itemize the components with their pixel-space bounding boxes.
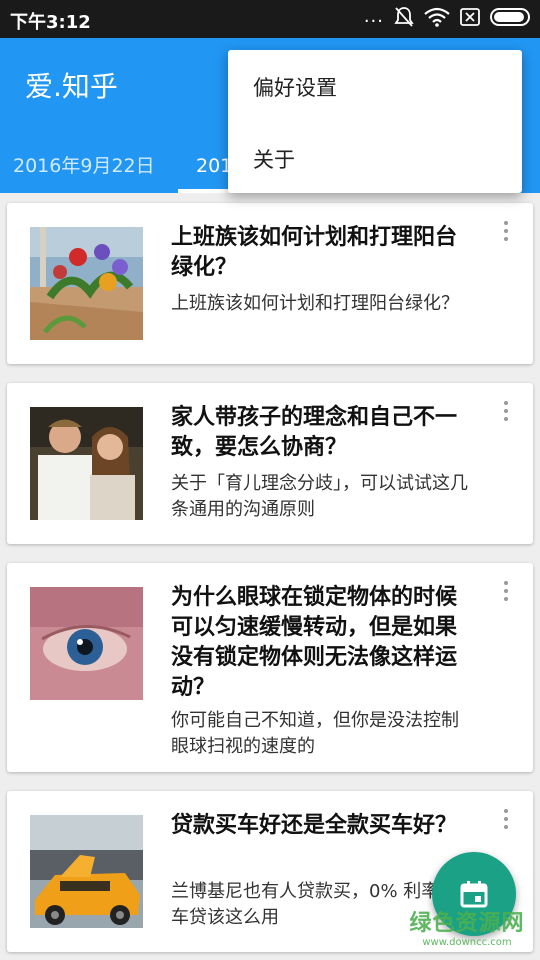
- menu-item-about[interactable]: 关于: [253, 144, 295, 174]
- article-thumbnail: [30, 407, 143, 520]
- battery-icon: [490, 8, 530, 26]
- article-thumbnail: [30, 227, 143, 340]
- article-feed: 上班族该如何计划和打理阳台绿化？ 上班族该如何计划和打理阳台绿化？ 家人带孩子的…: [0, 193, 540, 960]
- more-vert-icon[interactable]: [500, 401, 512, 423]
- watermark-text: 绿色资源网: [409, 911, 525, 936]
- bell-off-icon: [394, 7, 414, 27]
- status-time: 下午3:12: [10, 12, 91, 33]
- status-icons: ...: [364, 6, 530, 28]
- more-notifications-icon: ...: [363, 6, 384, 27]
- no-sim-icon: [460, 8, 480, 26]
- article-thumbnail: [30, 815, 143, 928]
- article-summary: 关于「育儿理念分歧」，可以试试这几条通用的沟通原则: [171, 473, 468, 520]
- article-title: 贷款买车好还是全款买车好？: [171, 813, 458, 838]
- tab-date-1[interactable]: 2016年9月22日: [13, 151, 155, 178]
- article-card[interactable]: 上班族该如何计划和打理阳台绿化？ 上班族该如何计划和打理阳台绿化？: [7, 203, 533, 364]
- article-title: 家人带孩子的理念和自己不一致，要怎么协商？: [171, 405, 458, 460]
- article-summary: 你可能自己不知道，但你是没法控制眼球扫视的速度的: [171, 710, 459, 757]
- more-vert-icon[interactable]: [500, 581, 512, 603]
- menu-item-preferences[interactable]: 偏好设置: [253, 72, 337, 102]
- status-bar: 下午3:12 ...: [0, 0, 540, 38]
- wifi-icon: [424, 7, 450, 27]
- watermark-url: www.downcc.com: [422, 937, 512, 948]
- more-vert-icon[interactable]: [500, 809, 512, 831]
- calendar-icon: [460, 881, 488, 908]
- overflow-menu: 偏好设置 关于: [228, 50, 522, 193]
- article-title: 上班族该如何计划和打理阳台绿化？: [171, 225, 458, 280]
- article-summary: 上班族该如何计划和打理阳台绿化？: [171, 293, 459, 314]
- article-card[interactable]: 家人带孩子的理念和自己不一致，要怎么协商？ 关于「育儿理念分歧」，可以试试这几条…: [7, 383, 533, 544]
- article-title: 为什么眼球在锁定物体的时候可以匀速缓慢转动，但是如果没有锁定物体则无法像这样运动…: [171, 585, 458, 700]
- article-thumbnail: [30, 587, 143, 700]
- article-card[interactable]: 为什么眼球在锁定物体的时候可以匀速缓慢转动，但是如果没有锁定物体则无法像这样运动…: [7, 563, 533, 772]
- app-title: 爱.知乎: [25, 70, 118, 103]
- watermark: 绿色资源网 www.downcc.com: [402, 905, 532, 948]
- more-vert-icon[interactable]: [500, 221, 512, 243]
